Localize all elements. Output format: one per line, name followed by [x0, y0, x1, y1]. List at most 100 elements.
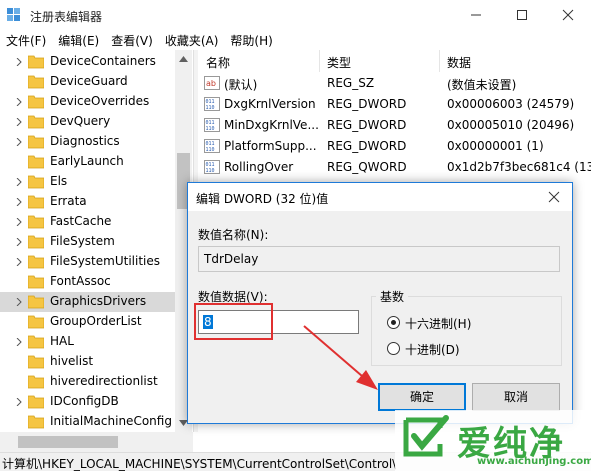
radio-dec-label[interactable]: 十进制(D): [405, 341, 460, 358]
registry-editor-app-icon: [7, 8, 20, 21]
tree-item[interactable]: InitialMachineConfig: [0, 412, 175, 432]
chevron-right-icon[interactable]: [15, 118, 23, 126]
scroll-up-icon[interactable]: [179, 56, 188, 62]
tree-item-label[interactable]: Errata: [50, 194, 87, 208]
tree-item-label[interactable]: hivelist: [50, 354, 93, 368]
tree-item-label[interactable]: hiveredirectionlist: [50, 374, 158, 388]
tree-item[interactable]: FastCache: [0, 212, 175, 232]
tree-item-label[interactable]: GraphicsDrivers: [50, 294, 146, 308]
chevron-right-icon[interactable]: [15, 58, 23, 66]
tree-item[interactable]: DeviceContainers: [0, 52, 175, 72]
tree-item[interactable]: Els: [0, 172, 175, 192]
value-row[interactable]: 011 110 PlatformSupp... REG_DWORD 0x00000001…: [198, 136, 591, 157]
watermark: 爱纯净 www.aichunjing.com: [395, 410, 591, 471]
menu-file[interactable]: 文件(F): [0, 30, 52, 50]
tree-item[interactable]: DeviceOverrides: [0, 92, 175, 112]
base-label: 基数: [376, 288, 409, 305]
menu-help[interactable]: 帮助(H): [224, 30, 278, 50]
value-name-label: 数值名称(N):: [198, 228, 269, 242]
value-row[interactable]: 011 110 RollingOver REG_QWORD 0x1d2b7f3bec68…: [198, 157, 591, 178]
cancel-button[interactable]: 取消: [472, 383, 560, 411]
tree-item[interactable]: Errata: [0, 192, 175, 212]
folder-icon: [28, 275, 44, 289]
chevron-right-icon[interactable]: [15, 258, 23, 266]
dialog-title: 编辑 DWORD (32 位)值: [196, 192, 329, 206]
tree-hscroll-thumb[interactable]: [18, 436, 118, 448]
value-row[interactable]: 011 110 DxgKrnlVersion REG_DWORD 0x00006003 …: [198, 94, 591, 115]
folder-icon: [28, 375, 44, 389]
svg-text:110: 110: [206, 147, 215, 153]
tree-item-label[interactable]: Diagnostics: [50, 134, 120, 148]
minimize-button[interactable]: [453, 0, 499, 30]
tree-item-label[interactable]: FontAssoc: [50, 274, 111, 288]
tree-item[interactable]: FontAssoc: [0, 272, 175, 292]
tree-item-label[interactable]: GroupOrderList: [50, 314, 142, 328]
value-row[interactable]: ab (默认) REG_SZ (数值未设置): [198, 73, 591, 94]
tree-item[interactable]: hivelist: [0, 352, 175, 372]
chevron-right-icon[interactable]: [15, 198, 23, 206]
value-name: DxgKrnlVersion: [224, 97, 316, 111]
tree-item-label[interactable]: EarlyLaunch: [50, 154, 124, 168]
menu-edit[interactable]: 编辑(E): [52, 30, 105, 50]
value-data: 0x00000001 (1): [447, 139, 544, 153]
chevron-right-icon[interactable]: [15, 298, 23, 306]
tree-item-label[interactable]: FastCache: [50, 214, 111, 228]
chevron-right-icon[interactable]: [15, 398, 23, 406]
tree-item-label[interactable]: DeviceContainers: [50, 54, 156, 68]
dialog-close-icon[interactable]: [544, 187, 564, 207]
tree-item[interactable]: HAL: [0, 332, 175, 352]
tree-item-label[interactable]: HAL: [50, 334, 74, 348]
radio-hexadecimal[interactable]: 十六进制(H): [387, 314, 557, 332]
window-title: 注册表编辑器: [30, 10, 103, 24]
chevron-right-icon[interactable]: [15, 98, 23, 106]
menu-view[interactable]: 查看(V): [105, 30, 159, 50]
tree-item[interactable]: GroupOrderList: [0, 312, 175, 332]
tree-item[interactable]: DeviceGuard: [0, 72, 175, 92]
radio-decimal[interactable]: 十进制(D): [387, 340, 557, 358]
tree-item[interactable]: IDConfigDB: [0, 392, 175, 412]
tree-item[interactable]: FileSystemUtilities: [0, 252, 175, 272]
registry-key-tree[interactable]: DeviceContainers DeviceGuard DeviceOverrid…: [0, 50, 193, 432]
maximize-button[interactable]: [499, 0, 545, 30]
chevron-right-icon[interactable]: [15, 218, 23, 226]
chevron-right-icon[interactable]: [15, 178, 23, 186]
binary-value-icon: 011110: [204, 97, 220, 111]
column-divider[interactable]: [319, 50, 320, 72]
tree-horizontal-scrollbar[interactable]: [0, 432, 193, 452]
menu-favorites[interactable]: 收藏夹(A): [159, 30, 225, 50]
menu-bar: 文件(F) 编辑(E) 查看(V) 收藏夹(A) 帮助(H): [0, 30, 591, 50]
tree-item-label[interactable]: FileSystemUtilities: [50, 254, 160, 268]
folder-icon: [28, 215, 44, 229]
column-name-header[interactable]: 名称: [206, 54, 230, 71]
annotation-highlight-box: [194, 303, 273, 340]
chevron-right-icon[interactable]: [15, 238, 23, 246]
tree-item[interactable]: DevQuery: [0, 112, 175, 132]
tree-item[interactable]: FileSystem: [0, 232, 175, 252]
tree-item[interactable]: GraphicsDrivers: [0, 292, 175, 312]
tree-item-label[interactable]: DeviceOverrides: [50, 94, 149, 108]
tree-item-label[interactable]: DevQuery: [50, 114, 110, 128]
tree-item[interactable]: EarlyLaunch: [0, 152, 175, 172]
ok-button[interactable]: 确定: [378, 383, 466, 411]
chevron-right-icon[interactable]: [15, 338, 23, 346]
svg-text:ab: ab: [206, 79, 216, 88]
tree-item-label[interactable]: DeviceGuard: [50, 74, 128, 88]
tree-item-label[interactable]: Els: [50, 174, 67, 188]
value-data: (数值未设置): [447, 78, 517, 92]
value-type: REG_SZ: [327, 76, 375, 90]
value-name-field: TdrDelay: [198, 246, 560, 272]
radio-hex-label[interactable]: 十六进制(H): [405, 315, 471, 332]
tree-item-label[interactable]: IDConfigDB: [50, 394, 119, 408]
tree-item-label[interactable]: FileSystem: [50, 234, 115, 248]
close-window-button[interactable]: [545, 0, 591, 30]
value-row[interactable]: 011 110 MinDxgKrnlVe... REG_DWORD 0x00005010…: [198, 115, 591, 136]
aichunjing-logo-icon: [403, 415, 449, 457]
tree-item[interactable]: Diagnostics: [0, 132, 175, 152]
tree-item[interactable]: hiveredirectionlist: [0, 372, 175, 392]
column-data-header[interactable]: 数据: [447, 54, 471, 71]
chevron-right-icon[interactable]: [15, 138, 23, 146]
column-type-header[interactable]: 类型: [327, 54, 351, 71]
tree-item-label[interactable]: InitialMachineConfig: [50, 414, 172, 428]
value-data: 0x00006003 (24579): [447, 97, 575, 111]
column-divider[interactable]: [439, 50, 440, 72]
